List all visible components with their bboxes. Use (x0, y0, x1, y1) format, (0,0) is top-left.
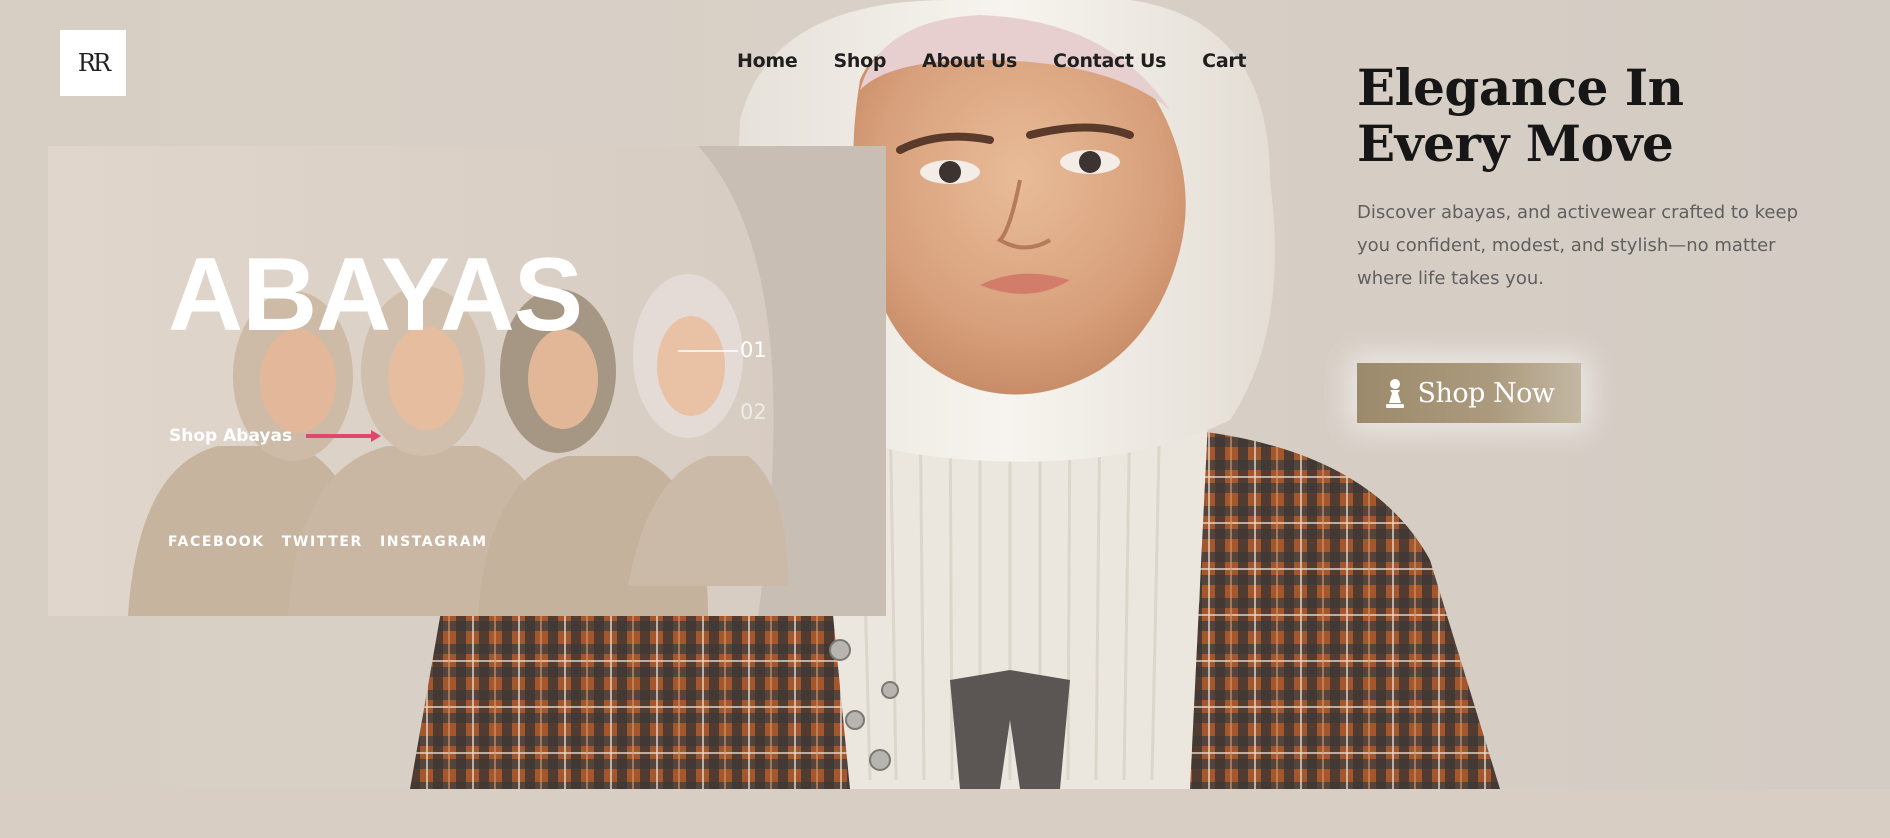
hero-description: Discover abayas, and activewear crafted … (1357, 202, 1799, 289)
slider-title: ABAYAS (168, 237, 583, 353)
hero-headline: Elegance In Every Move (1357, 58, 1684, 173)
nav-item-shop[interactable]: Shop (833, 50, 886, 72)
nav-item-about-us[interactable]: About Us (922, 50, 1017, 72)
brand-logo[interactable]: RR (60, 30, 126, 96)
social-links: FACEBOOK TWITTER INSTAGRAM (168, 534, 488, 550)
shop-now-label: Shop Now (1417, 377, 1556, 409)
slide-number-02[interactable]: 02 (740, 400, 767, 424)
social-link-instagram[interactable]: INSTAGRAM (380, 534, 488, 550)
shop-now-button[interactable]: Shop Now (1357, 363, 1581, 423)
social-link-facebook[interactable]: FACEBOOK (168, 534, 265, 550)
nav-item-contact-us[interactable]: Contact Us (1053, 50, 1166, 72)
category-slider[interactable]: ABAYAS 01 02 Shop Abayas FACEBOOK TWITTE… (48, 146, 886, 616)
shop-abayas-link[interactable]: Shop Abayas (169, 426, 292, 446)
nav-item-home[interactable]: Home (737, 50, 798, 72)
footer-strip (0, 789, 1890, 838)
brand-logo-text: RR (77, 49, 111, 77)
chess-pawn-icon (1385, 379, 1404, 408)
social-link-twitter[interactable]: TWITTER (282, 534, 363, 550)
slide-number-01[interactable]: 01 (740, 338, 767, 362)
hero-section: RR Home Shop About Us Contact Us Cart AB… (0, 0, 1890, 789)
main-nav: Home Shop About Us Contact Us Cart (737, 50, 1247, 72)
nav-item-cart[interactable]: Cart (1202, 50, 1246, 72)
